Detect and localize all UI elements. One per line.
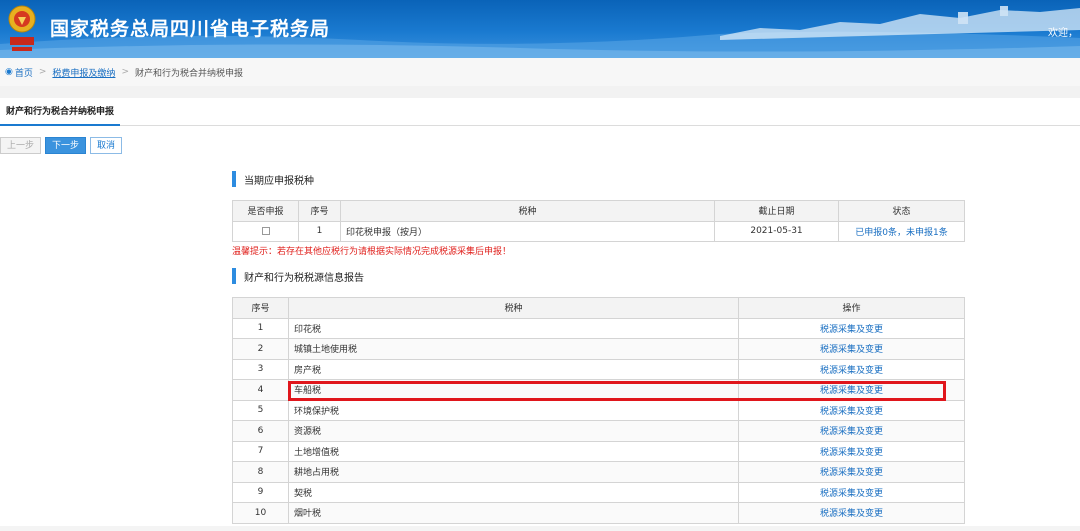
tax-type-cell: 耕地占用税: [288, 461, 739, 483]
action-cell: 税源采集及变更: [738, 338, 965, 360]
table-row: 5 环境保护税 税源采集及变更: [232, 399, 965, 421]
collect-change-link[interactable]: 税源采集及变更: [820, 386, 883, 396]
table-row: 8 耕地占用税 税源采集及变更: [232, 461, 965, 483]
table-row: 9 契税 税源采集及变更: [232, 481, 965, 503]
tab-bar: 财产和行为税合并纳税申报: [0, 98, 1080, 126]
section-title-text: 当期应申报税种: [244, 175, 314, 187]
table-row: 4 车船税 税源采集及变更: [232, 379, 965, 401]
section-marker: [232, 268, 236, 284]
action-cell: 税源采集及变更: [738, 440, 965, 462]
tax-type-cell: 印花税申报（按月）: [340, 220, 715, 242]
tax-type-cell: 烟叶税: [288, 502, 739, 524]
location-pin-icon: ◉: [5, 67, 13, 77]
tax-type-cell: 城镇土地使用税: [288, 338, 739, 360]
tax-source-table: 序号 税种 操作 1 印花税 税源采集及变更 2 城镇土地使用税 税源采集及变更 3 房产税税…: [232, 297, 965, 524]
next-step-button[interactable]: 下一步: [45, 137, 87, 154]
warning-tip: 温馨提示：若存在其他应税行为请根据实际情况完成税源采集后申报！: [232, 247, 512, 257]
site-title: 国家税务总局四川省电子税务局: [50, 18, 331, 40]
collect-change-link[interactable]: 税源采集及变更: [820, 345, 883, 355]
collect-change-link[interactable]: 税源采集及变更: [820, 427, 883, 437]
deadline-cell: 2021-05-31: [714, 220, 839, 242]
action-cell: 税源采集及变更: [738, 481, 965, 503]
table-row: 3 房产税 税源采集及变更: [232, 358, 965, 380]
cancel-button[interactable]: 取消: [90, 137, 123, 154]
current-tax-table: 是否申报 序号 税种 截止日期 状态 1 印花税申报（按月） 2021-05-3…: [232, 200, 965, 242]
seq-cell: 10: [232, 502, 289, 524]
action-cell: 税源采集及变更: [738, 379, 965, 401]
table-row: 7 土地增值税 税源采集及变更: [232, 440, 965, 462]
declare-checkbox-cell: [232, 220, 299, 242]
table-row: 1 印花税 税源采集及变更: [232, 317, 965, 339]
collect-change-link[interactable]: 税源采集及变更: [820, 325, 883, 335]
collect-change-link[interactable]: 税源采集及变更: [820, 509, 883, 519]
table-row: 10 烟叶税 税源采集及变更: [232, 502, 965, 524]
table-header-row: 序号 税种 操作: [232, 297, 965, 319]
table-row: 2 城镇土地使用税 税源采集及变更: [232, 338, 965, 360]
header-spacer: [0, 86, 1080, 98]
column-header: 状态: [838, 200, 965, 222]
collect-change-link[interactable]: 税源采集及变更: [820, 366, 883, 376]
section-current-tax-types-title: 当期应申报税种: [232, 171, 314, 187]
collect-change-link[interactable]: 税源采集及变更: [820, 448, 883, 458]
tax-type-cell: 环境保护税: [288, 399, 739, 421]
action-cell: 税源采集及变更: [738, 317, 965, 339]
tax-emblem-icon: [8, 5, 36, 51]
section-marker: [232, 171, 236, 187]
prev-step-button[interactable]: 上一步: [0, 137, 42, 154]
seq-cell: 9: [232, 481, 289, 503]
tax-type-cell: 房产税: [288, 358, 739, 380]
breadcrumb-tax-filing-link[interactable]: 税费申报及缴纳: [52, 66, 115, 79]
collect-change-link[interactable]: 税源采集及变更: [820, 468, 883, 478]
action-cell: 税源采集及变更: [738, 420, 965, 442]
tax-type-cell: 车船税: [288, 379, 739, 401]
seq-cell: 1: [298, 220, 341, 242]
collect-change-link[interactable]: 税源采集及变更: [820, 489, 883, 499]
column-header: 序号: [298, 200, 341, 222]
table-row: 6 资源税 税源采集及变更: [232, 420, 965, 442]
seq-cell: 1: [232, 317, 289, 339]
declare-checkbox[interactable]: [261, 226, 270, 235]
action-cell: 税源采集及变更: [738, 502, 965, 524]
breadcrumb-current: 财产和行为税合并纳税申报: [134, 68, 243, 79]
section-tax-source-report-title: 财产和行为税税源信息报告: [232, 268, 364, 284]
bottom-strip: [0, 526, 1080, 531]
action-cell: 税源采集及变更: [738, 358, 965, 380]
seq-cell: 2: [232, 338, 289, 360]
column-header: 税种: [288, 297, 739, 319]
breadcrumb-separator: >: [121, 67, 129, 77]
column-header: 是否申报: [232, 200, 299, 222]
tax-type-cell: 土地增值税: [288, 440, 739, 462]
breadcrumb: ◉ 首页 > 税费申报及缴纳 > 财产和行为税合并纳税申报: [0, 58, 1080, 86]
step-buttons: 上一步 下一步 取消: [0, 137, 123, 154]
action-cell: 税源采集及变更: [738, 399, 965, 421]
action-cell: 税源采集及变更: [738, 461, 965, 483]
collect-change-link[interactable]: 税源采集及变更: [820, 407, 883, 417]
tax-type-cell: 契税: [288, 481, 739, 503]
column-header: 序号: [232, 297, 289, 319]
section-title-text: 财产和行为税税源信息报告: [244, 272, 364, 284]
seq-cell: 8: [232, 461, 289, 483]
seq-cell: 5: [232, 399, 289, 421]
column-header: 操作: [738, 297, 965, 319]
column-header: 截止日期: [714, 200, 839, 222]
table-row: 1 印花税申报（按月） 2021-05-31 已申报0条，未申报1条: [232, 220, 965, 242]
status-link[interactable]: 已申报0条，未申报1条: [855, 228, 947, 238]
tax-type-cell: 资源税: [288, 420, 739, 442]
seq-cell: 4: [232, 379, 289, 401]
table-header-row: 是否申报 序号 税种 截止日期 状态: [232, 200, 965, 222]
seq-cell: 3: [232, 358, 289, 380]
seq-cell: 7: [232, 440, 289, 462]
tax-type-cell: 印花税: [288, 317, 739, 339]
breadcrumb-home-link[interactable]: 首页: [15, 66, 33, 79]
status-cell: 已申报0条，未申报1条: [838, 220, 965, 242]
seq-cell: 6: [232, 420, 289, 442]
breadcrumb-separator: >: [38, 67, 47, 77]
site-header: 国家税务总局四川省电子税务局 欢迎，: [0, 0, 1080, 58]
column-header: 税种: [340, 200, 715, 222]
welcome-text[interactable]: 欢迎，: [1048, 24, 1078, 39]
tab-combined-tax-filing[interactable]: 财产和行为税合并纳税申报: [0, 98, 121, 126]
